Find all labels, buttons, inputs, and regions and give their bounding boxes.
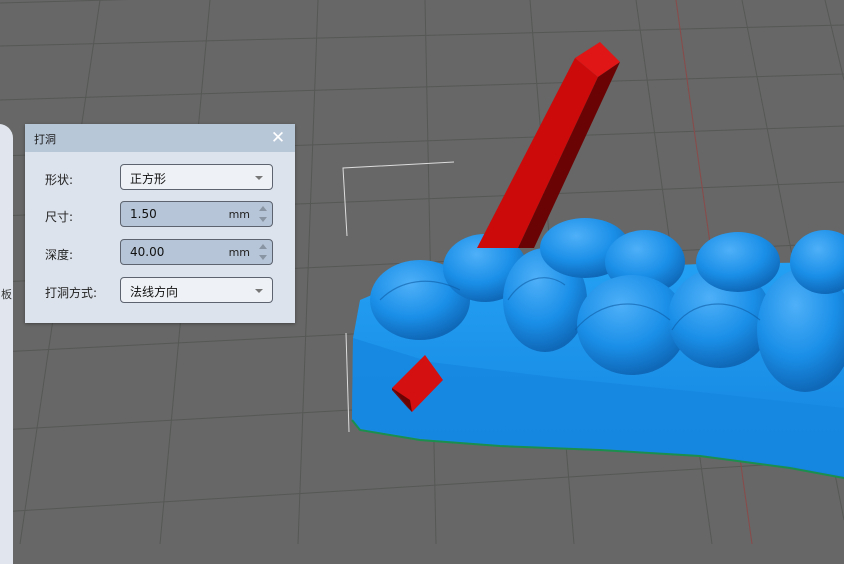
depth-spinner[interactable] (257, 242, 269, 262)
dialog-header: 打洞 ✕ (25, 124, 295, 152)
dialog-title: 打洞 (34, 133, 56, 146)
size-input[interactable]: 1.50 mm (120, 201, 273, 227)
depth-input[interactable]: 40.00 mm (120, 239, 273, 265)
spin-up-icon[interactable] (259, 244, 267, 249)
spin-down-icon[interactable] (259, 217, 267, 222)
size-value: 1.50 (130, 207, 157, 221)
chevron-down-icon (255, 176, 263, 180)
drill-tool[interactable] (477, 42, 620, 248)
chevron-down-icon (255, 289, 263, 293)
close-icon[interactable]: ✕ (269, 128, 287, 148)
spin-up-icon[interactable] (259, 206, 267, 211)
side-panel: 板 (0, 124, 13, 564)
size-row: 尺寸: 1.50 mm (25, 201, 295, 229)
method-select[interactable]: 法线方向 (120, 277, 273, 303)
shape-row: 形状: 正方形 (25, 164, 295, 192)
depth-row: 深度: 40.00 mm (25, 239, 295, 267)
size-unit: mm (228, 208, 250, 221)
spin-down-icon[interactable] (259, 255, 267, 260)
method-row: 打洞方式: 法线方向 (25, 277, 295, 305)
shape-select[interactable]: 正方形 (120, 164, 273, 190)
depth-label: 深度: (45, 248, 74, 262)
dental-model[interactable] (351, 218, 844, 479)
drill-hole-dialog: 打洞 ✕ 形状: 正方形 尺寸: 1.50 mm 深度: 40.00 mm 打洞… (25, 124, 295, 323)
size-label: 尺寸: (45, 210, 74, 224)
shape-value: 正方形 (130, 172, 167, 186)
depth-unit: mm (228, 246, 250, 259)
method-label: 打洞方式: (45, 286, 98, 300)
side-panel-label: 板 (1, 288, 12, 301)
depth-value: 40.00 (130, 245, 165, 259)
shape-label: 形状: (45, 173, 74, 187)
method-value: 法线方向 (130, 285, 179, 299)
size-spinner[interactable] (257, 204, 269, 224)
